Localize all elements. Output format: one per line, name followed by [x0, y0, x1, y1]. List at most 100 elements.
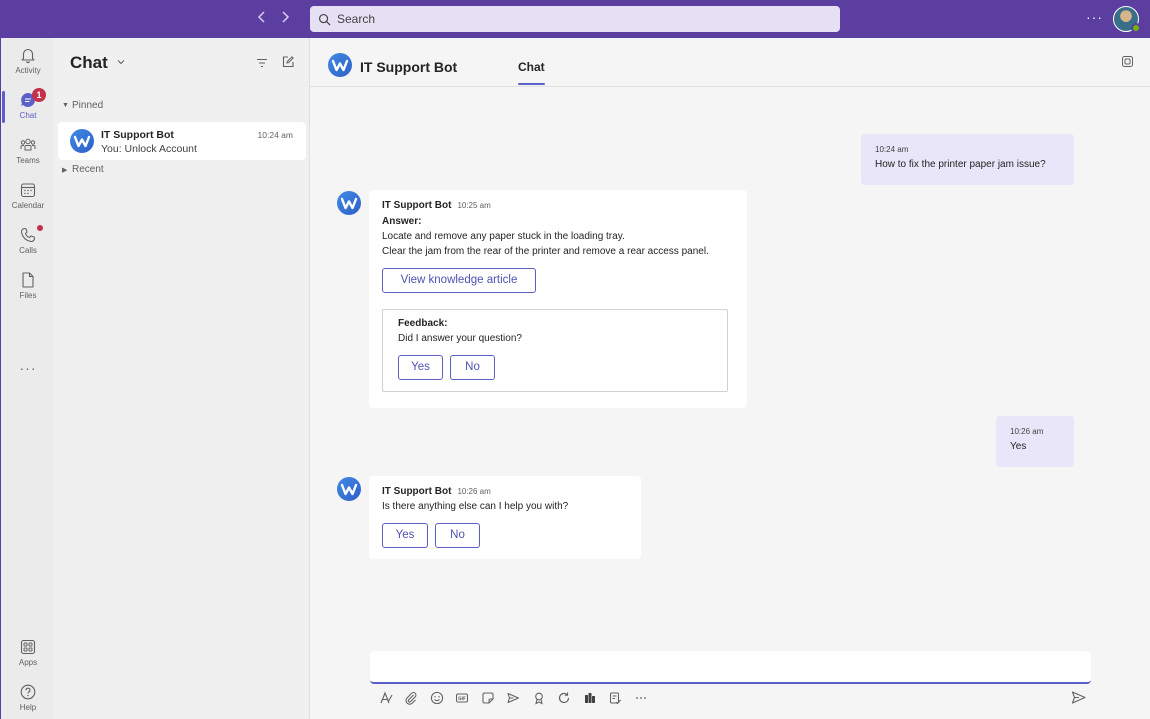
emoji-button[interactable] [424, 690, 450, 706]
followup-no-button[interactable]: No [435, 523, 480, 548]
sticker-icon [482, 692, 494, 704]
send-icon[interactable] [1071, 690, 1086, 705]
attach-button[interactable] [399, 690, 425, 706]
chat-item-time: 10:24 am [257, 130, 293, 140]
compose-toolbar: GIF [373, 689, 654, 707]
schedule-send-icon [507, 692, 520, 704]
view-knowledge-article-button[interactable]: View knowledge article [382, 268, 536, 293]
answer-line: Clear the jam from the rear of the print… [382, 246, 709, 257]
new-chat-icon[interactable] [281, 55, 295, 69]
conversation-header: IT Support Bot Chat [310, 38, 1150, 87]
back-button[interactable] [252, 9, 272, 29]
answer-heading: Answer: [382, 216, 422, 227]
format-icon [380, 691, 393, 704]
approvals-button[interactable] [603, 690, 629, 706]
chat-unread-badge: 1 [32, 88, 46, 102]
loop-button[interactable] [552, 690, 578, 706]
calendar-icon [20, 183, 36, 198]
gif-icon: GIF [456, 693, 469, 703]
message-sender: IT Support Bot [382, 486, 452, 497]
attach-icon [405, 692, 417, 705]
answer-line: Locate and remove any paper stuck in the… [382, 231, 625, 242]
title-bar: Search ··· [0, 0, 1150, 38]
search-input[interactable]: Search [310, 6, 840, 32]
rail-label: Calls [19, 246, 37, 255]
message-time: 10:25 am [457, 201, 491, 210]
search-icon [318, 13, 331, 25]
svg-text:GIF: GIF [458, 696, 466, 701]
conversation-title: IT Support Bot [360, 59, 458, 75]
loop-icon [559, 692, 570, 704]
chevron-right-icon [282, 11, 290, 23]
caret-right-icon: ▶ [62, 166, 68, 174]
message-text: Yes [1010, 441, 1027, 452]
more-options-button[interactable]: ··· [1086, 9, 1103, 25]
search-placeholder: Search [337, 12, 376, 26]
teams-icon [20, 138, 36, 151]
user-avatar[interactable] [1113, 6, 1141, 33]
praise-icon [534, 692, 543, 705]
rail-calls[interactable]: Calls [1, 220, 55, 262]
message-time: 10:26 am [1010, 427, 1044, 436]
rail-help[interactable]: Help [1, 677, 55, 719]
rail-more-apps-button[interactable]: ··· [1, 360, 55, 376]
chevron-down-icon[interactable] [116, 57, 126, 67]
rail-label: Calendar [11, 201, 45, 210]
rail-label: Activity [15, 66, 41, 75]
tab-chat[interactable]: Chat [518, 60, 545, 85]
feedback-question: Did I answer your question? [398, 333, 522, 344]
filter-icon[interactable] [255, 56, 269, 70]
bot-answer-card: IT Support Bot 10:25 am Answer: Locate an… [369, 190, 747, 408]
rail-calendar[interactable]: Calendar [1, 175, 55, 217]
help-icon [20, 684, 36, 700]
bot-avatar [337, 191, 361, 215]
recent-section-header[interactable]: ▶ Recent [62, 164, 104, 175]
message-compose-box[interactable] [370, 651, 1091, 684]
feedback-no-button[interactable]: No [450, 355, 495, 380]
calls-missed-dot [37, 225, 43, 231]
phone-icon [20, 227, 36, 243]
praise-button[interactable] [526, 690, 552, 706]
bot-followup-card: IT Support Bot 10:26 am Is there anything… [369, 476, 641, 559]
section-label: Recent [72, 164, 104, 175]
more-icon [635, 697, 646, 699]
forward-button[interactable] [275, 9, 295, 29]
format-button[interactable] [373, 690, 399, 706]
presence-available-icon [1131, 23, 1141, 33]
app-button[interactable] [577, 690, 603, 706]
followup-yes-button[interactable]: Yes [382, 523, 428, 548]
rail-activity[interactable]: Activity [1, 40, 55, 82]
feedback-yes-button[interactable]: Yes [398, 355, 443, 380]
bot-avatar [337, 477, 361, 501]
chevron-left-icon [257, 11, 265, 23]
sticker-button[interactable] [475, 690, 501, 706]
pinned-section-header[interactable]: ▼ Pinned [62, 100, 103, 111]
gif-button[interactable]: GIF [450, 690, 476, 706]
message-text: How to fix the printer paper jam issue? [875, 159, 1046, 170]
rail-label: Help [19, 703, 37, 712]
message-sender: IT Support Bot [382, 200, 452, 211]
my-message: 10:26 am Yes [996, 416, 1074, 467]
my-message: 10:24 am How to fix the printer paper ja… [861, 134, 1074, 185]
apps-icon [20, 639, 36, 655]
rail-teams[interactable]: Teams [1, 130, 55, 172]
feedback-title: Feedback: [398, 318, 448, 329]
rail-chat[interactable]: 1 Chat [1, 85, 55, 127]
feedback-box: Feedback: Did I answer your question? Ye… [382, 309, 728, 392]
conversation-pane: IT Support Bot Chat 10:24 am How to fix … [310, 38, 1150, 719]
bot-avatar [70, 129, 94, 153]
chat-item-preview: You: Unlock Account [101, 143, 197, 155]
approvals-icon [610, 692, 622, 705]
rail-apps[interactable]: Apps [1, 632, 55, 674]
chat-list-item[interactable]: IT Support Bot 10:24 am You: Unlock Acco… [58, 122, 306, 160]
schedule-send-button[interactable] [501, 690, 527, 706]
chat-item-name: IT Support Bot [101, 129, 174, 141]
more-actions-button[interactable] [628, 690, 654, 706]
caret-down-icon: ▼ [62, 102, 69, 109]
rail-label: Chat [19, 111, 37, 120]
message-time: 10:24 am [875, 145, 909, 154]
pop-out-icon[interactable] [1121, 55, 1134, 68]
app-rail: Activity 1 Chat Teams Calendar Calls Fil… [0, 38, 54, 719]
rail-files[interactable]: Files [1, 265, 55, 307]
bell-icon [21, 48, 35, 64]
